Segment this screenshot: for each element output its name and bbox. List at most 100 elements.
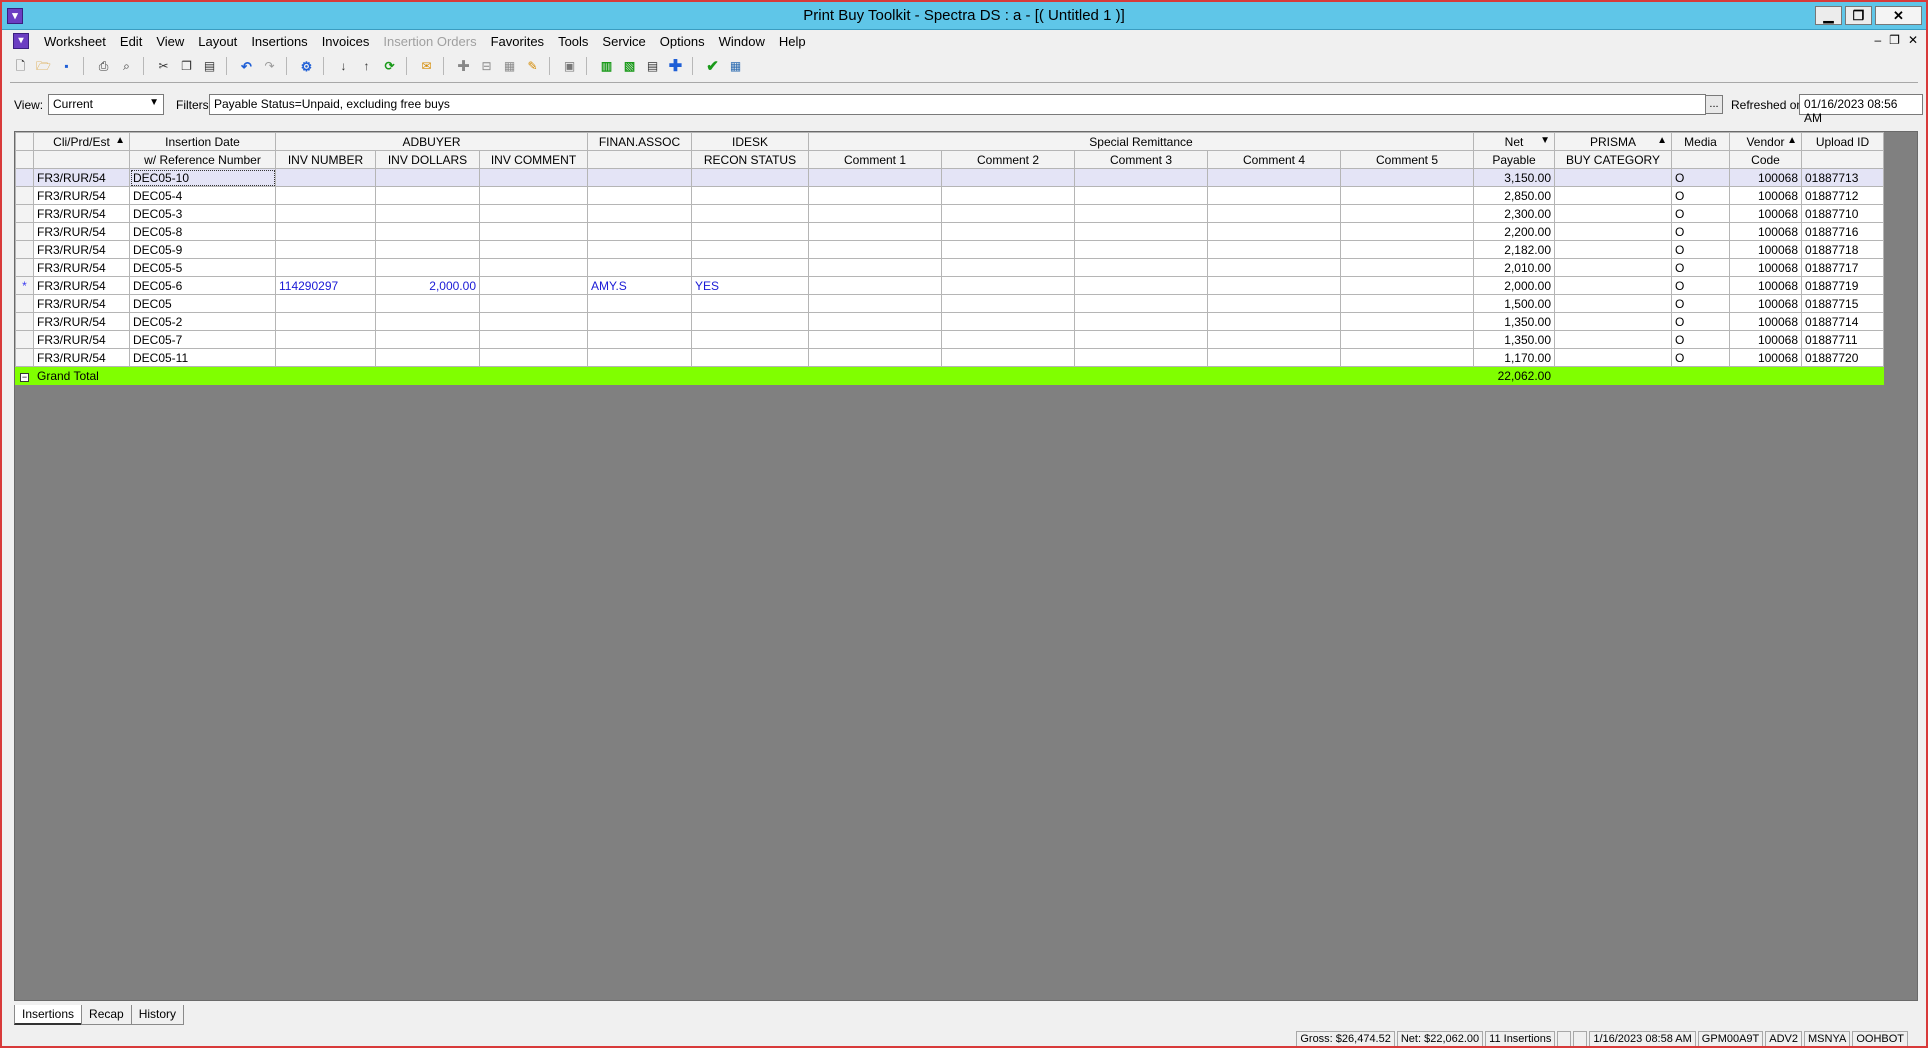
cell-recon-status[interactable] [691,222,809,241]
cell-inv-dollars[interactable] [375,204,480,223]
save-icon[interactable]: ▪ [56,56,77,77]
cell-net-payable[interactable]: 1,350.00 [1473,312,1555,331]
menu-item[interactable]: Insertions [244,34,314,49]
row-marker[interactable] [15,330,34,349]
collapse-icon[interactable]: − [20,372,29,382]
cell-inv-comment[interactable] [479,348,588,367]
cell-inv-number[interactable]: 114290297 [275,276,376,295]
cell-comment-2[interactable] [941,258,1075,277]
col-header-inv-comment[interactable]: INV COMMENT [479,150,588,169]
cell-comment-4[interactable] [1207,348,1341,367]
cell-comment-4[interactable] [1207,186,1341,205]
cell-finan[interactable] [587,168,692,187]
cell-recon-status[interactable] [691,294,809,313]
cell-comment-2[interactable] [941,276,1075,295]
cell-recon-status[interactable] [691,186,809,205]
cell-comment-5[interactable] [1340,222,1474,241]
cell-comment-2[interactable] [941,222,1075,241]
menu-item[interactable]: Insertion Orders [376,34,483,49]
cell-comment-3[interactable] [1074,294,1208,313]
cell-net-payable[interactable]: 2,000.00 [1473,276,1555,295]
col-header-media[interactable]: Media [1671,132,1730,151]
cell-inv-comment[interactable] [479,258,588,277]
cell-vendor-code[interactable]: 100068 [1729,222,1802,241]
cell-upload-id[interactable]: 01887710 [1801,204,1884,223]
cell-ref[interactable]: DEC05-11 [129,348,276,367]
cell-recon-status[interactable] [691,168,809,187]
cell-inv-comment[interactable] [479,276,588,295]
menu-item[interactable]: Help [772,34,813,49]
cell-comment-1[interactable] [808,294,942,313]
cell-comment-1[interactable] [808,348,942,367]
refresh-icon[interactable]: ⟳ [379,56,400,77]
import-icon[interactable]: ▧ [619,56,640,77]
new-file-icon[interactable]: 🗋 [10,56,31,77]
cell-vendor-code[interactable]: 100068 [1729,348,1802,367]
cell-vendor-code[interactable]: 100068 [1729,312,1802,331]
insert-row-icon[interactable]: ⊟ [476,56,497,77]
cell-ref[interactable]: DEC05-7 [129,330,276,349]
menu-item[interactable]: Layout [191,34,244,49]
print-preview-icon[interactable]: ⌕ [116,56,137,77]
mdi-close-button[interactable]: ✕ [1908,33,1918,47]
filters-field[interactable]: Payable Status=Unpaid, excluding free bu… [209,94,1706,115]
cell-media[interactable]: O [1671,276,1730,295]
settings-gear-icon[interactable]: ⚙ [296,56,317,77]
cell-upload-id[interactable]: 01887714 [1801,312,1884,331]
cell-inv-number[interactable] [275,294,376,313]
cell-ref[interactable]: DEC05-6 [129,276,276,295]
menu-item[interactable]: Favorites [484,34,551,49]
cell-inv-number[interactable] [275,348,376,367]
cell-vendor-code[interactable]: 100068 [1729,240,1802,259]
cell-buy-category[interactable] [1554,186,1672,205]
filters-ellipsis-button[interactable]: ... [1705,95,1723,114]
cell-comment-4[interactable] [1207,312,1341,331]
cell-media[interactable]: O [1671,240,1730,259]
cell-upload-id[interactable]: 01887711 [1801,330,1884,349]
cell-buy-category[interactable] [1554,258,1672,277]
cell-cli[interactable]: FR3/RUR/54 [33,204,130,223]
cell-comment-5[interactable] [1340,186,1474,205]
cell-comment-3[interactable] [1074,312,1208,331]
cell-cli[interactable]: FR3/RUR/54 [33,348,130,367]
paste-icon[interactable]: ▤ [199,56,220,77]
cell-comment-2[interactable] [941,294,1075,313]
cell-comment-5[interactable] [1340,294,1474,313]
cell-inv-dollars[interactable] [375,312,480,331]
col-header-insertion-date[interactable]: Insertion Date [129,132,276,151]
cell-vendor-code[interactable]: 100068 [1729,186,1802,205]
row-marker[interactable] [15,222,34,241]
col-subheader-payable[interactable]: Payable [1473,150,1555,169]
cell-cli[interactable]: FR3/RUR/54 [33,168,130,187]
table-icon[interactable]: ▦ [499,56,520,77]
document-menu-icon[interactable]: ▾ [13,33,29,49]
col-header-comment-2[interactable]: Comment 2 [941,150,1075,169]
cell-net-payable[interactable]: 3,150.00 [1473,168,1555,187]
grid-layout-icon[interactable]: ▦ [725,56,746,77]
cell-finan[interactable] [587,312,692,331]
export-excel-icon[interactable]: ▥ [596,56,617,77]
sheet-tab[interactable]: History [130,1005,185,1025]
cell-media[interactable]: O [1671,186,1730,205]
cell-cli[interactable]: FR3/RUR/54 [33,330,130,349]
cell-upload-id[interactable]: 01887716 [1801,222,1884,241]
cell-recon-status[interactable]: YES [691,276,809,295]
cell-upload-id[interactable]: 01887715 [1801,294,1884,313]
redo-icon[interactable]: ↷ [259,56,280,77]
restore-button[interactable]: ❐ [1845,6,1872,25]
row-marker[interactable]: * [15,276,34,295]
table-row[interactable]: FR3/RUR/54 DEC05-8 2,200.00 O 100068 01887716 [15,222,1884,241]
cell-ref[interactable]: DEC05-8 [129,222,276,241]
cell-recon-status[interactable] [691,240,809,259]
cell-buy-category[interactable] [1554,240,1672,259]
col-subheader-ref[interactable]: w/ Reference Number [129,150,276,169]
cell-upload-id[interactable]: 01887719 [1801,276,1884,295]
menu-item[interactable]: Service [595,34,652,49]
cell-media[interactable]: O [1671,222,1730,241]
arrow-up-icon[interactable]: ↑ [356,56,377,77]
col-subheader-code[interactable]: Code [1729,150,1802,169]
cell-comment-5[interactable] [1340,240,1474,259]
row-marker[interactable] [15,348,34,367]
cell-inv-comment[interactable] [479,240,588,259]
cell-inv-comment[interactable] [479,312,588,331]
